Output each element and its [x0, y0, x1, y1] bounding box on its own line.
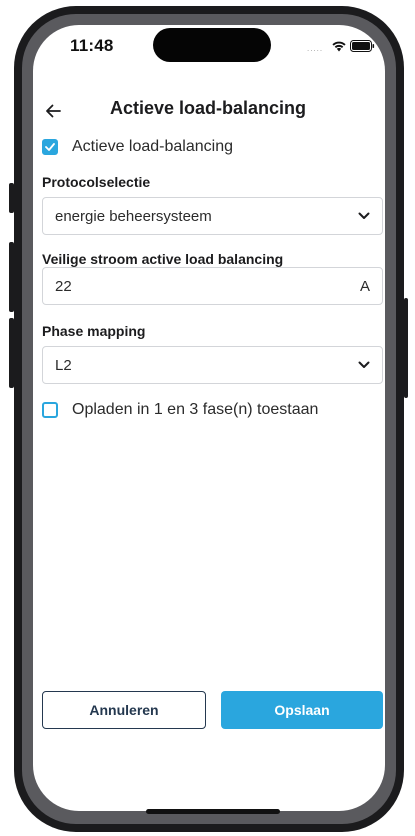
dynamic-island [153, 28, 271, 62]
protocol-value: energie beheersysteem [55, 207, 212, 225]
check-icon [45, 143, 55, 151]
safe-current-input[interactable]: 22 A [42, 267, 383, 305]
page-title: Actieve load-balancing [109, 98, 307, 118]
active-load-balancing-checkbox[interactable]: Actieve load-balancing [42, 138, 233, 156]
phase-switch-label: Opladen in 1 en 3 fase(n) toestaan [72, 401, 319, 418]
phase-mapping-label: Phase mapping [42, 323, 146, 339]
app-screen: 11:48 ..... Actieve load-balancing Actie… [22, 14, 394, 822]
status-time: 11:48 [70, 36, 114, 55]
chevron-down-icon [358, 212, 370, 219]
side-button-power [404, 298, 408, 398]
chevron-down-icon [358, 361, 370, 368]
active-load-balancing-label: Actieve load-balancing [72, 138, 233, 155]
phase-mapping-select[interactable]: L2 [42, 346, 383, 384]
status-icons: ..... [307, 38, 375, 54]
safe-current-value: 22 [55, 277, 72, 295]
home-indicator [146, 809, 280, 814]
phase-switch-checkbox[interactable]: Opladen in 1 en 3 fase(n) toestaan [42, 401, 318, 419]
side-button-volume-down [9, 318, 14, 388]
side-button-volume-up [9, 242, 14, 312]
protocol-select[interactable]: energie beheersysteem [42, 197, 383, 235]
checkbox-unchecked[interactable] [42, 402, 58, 418]
safe-current-label: Veilige stroom active load balancing [42, 251, 284, 267]
checkbox-checked[interactable] [42, 139, 58, 155]
save-button[interactable]: Opslaan [221, 691, 383, 729]
wifi-icon [332, 41, 346, 52]
safe-current-unit: A [359, 277, 370, 295]
phase-mapping-value: L2 [55, 356, 72, 374]
signal-dots-icon: ..... [307, 44, 324, 53]
side-button-mute [9, 183, 14, 213]
cancel-button[interactable]: Annuleren [42, 691, 206, 729]
battery-icon [350, 40, 375, 52]
protocol-label: Protocolselectie [42, 174, 151, 190]
